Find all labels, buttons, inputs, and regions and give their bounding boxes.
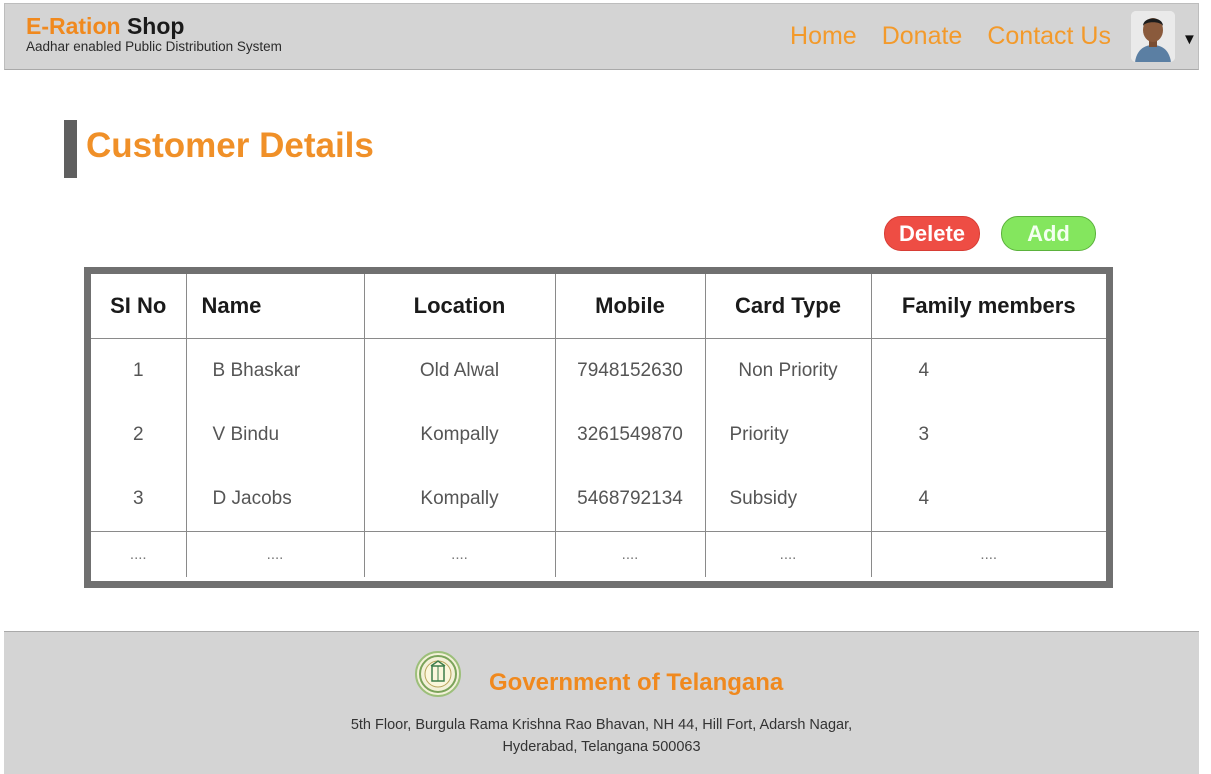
- col-header-family-members: Family members: [871, 274, 1106, 339]
- caret-down-icon[interactable]: ▼: [1182, 31, 1197, 48]
- cell-name: V Bindu: [186, 403, 365, 467]
- col-header-name: Name: [186, 274, 365, 339]
- col-header-location: Location: [364, 274, 556, 339]
- cell-sl-no: 3: [91, 467, 187, 532]
- cell-family-members: 4: [871, 467, 1106, 532]
- brand-e-ration: E-Ration: [26, 13, 121, 39]
- cell-mobile: 7948152630: [555, 338, 706, 403]
- title-accent-bar: [64, 120, 77, 178]
- footer-org-name: Government of Telangana: [489, 669, 784, 696]
- cell-sl-no: 2: [91, 403, 187, 467]
- state-emblem-icon: [415, 651, 461, 697]
- customer-table: SI No Name Location Mobile Card Type Fam…: [84, 267, 1113, 588]
- footer: Government of Telangana 5th Floor, Burgu…: [4, 631, 1199, 774]
- delete-button[interactable]: Delete: [884, 216, 980, 251]
- top-header: E-Ration Shop Aadhar enabled Public Dist…: [4, 3, 1199, 70]
- col-header-mobile: Mobile: [555, 274, 706, 339]
- brand-logo-text: E-Ration Shop: [26, 15, 282, 38]
- table-row-placeholder: .... .... .... .... .... ....: [91, 531, 1106, 577]
- cell-mobile: 3261549870: [555, 403, 706, 467]
- nav-home[interactable]: Home: [790, 24, 857, 49]
- nav-donate[interactable]: Donate: [882, 24, 963, 49]
- cell-placeholder: ....: [364, 531, 556, 577]
- cell-placeholder: ....: [555, 531, 706, 577]
- cell-name: B Bhaskar: [186, 338, 365, 403]
- cell-mobile: 5468792134: [555, 467, 706, 532]
- cell-family-members: 3: [918, 424, 930, 445]
- table-row[interactable]: 3 D Jacobs Kompally 5468792134 Subsidy 4: [91, 467, 1106, 532]
- footer-address-line2: Hyderabad, Telangana 500063: [502, 739, 701, 755]
- footer-address-line1: 5th Floor, Burgula Rama Krishna Rao Bhav…: [350, 717, 853, 733]
- cell-placeholder: ....: [705, 531, 872, 577]
- brand-tagline: Aadhar enabled Public Distribution Syste…: [26, 39, 282, 54]
- cell-location: Kompally: [364, 403, 556, 467]
- table-row[interactable]: 2 V Bindu Kompally 3261549870 Priority 3: [91, 403, 1106, 467]
- top-nav: Home Donate Contact Us: [790, 24, 1111, 49]
- brand[interactable]: E-Ration Shop Aadhar enabled Public Dist…: [26, 15, 282, 54]
- cell-name: D Jacobs: [186, 467, 365, 532]
- table-header-row: SI No Name Location Mobile Card Type Fam…: [91, 274, 1106, 339]
- cell-card-type: Subsidy: [705, 467, 872, 532]
- brand-shop: Shop: [126, 13, 185, 39]
- cell-card-type: Priority: [705, 403, 872, 467]
- col-header-card-type: Card Type: [705, 274, 872, 339]
- nav-contact-us[interactable]: Contact Us: [987, 24, 1111, 49]
- footer-address: 5th Floor, Burgula Rama Krishna Rao Bhav…: [4, 714, 1199, 758]
- cell-placeholder: ....: [186, 531, 365, 577]
- cell-location: Old Alwal: [364, 338, 556, 403]
- col-header-sl-no: SI No: [91, 274, 187, 339]
- cell-sl-no: 1: [91, 338, 187, 403]
- page-title: Customer Details: [86, 126, 374, 165]
- user-avatar[interactable]: [1131, 11, 1175, 62]
- user-avatar-icon: [1131, 11, 1175, 62]
- cell-placeholder: ....: [980, 546, 998, 563]
- cell-location: Kompally: [364, 467, 556, 532]
- cell-card-type: Non Priority: [705, 338, 872, 403]
- cell-placeholder: ....: [91, 531, 187, 577]
- table-row[interactable]: 1 B Bhaskar Old Alwal 7948152630 Non Pri…: [91, 338, 1106, 403]
- cell-family-members: 4: [918, 360, 930, 381]
- add-button[interactable]: Add: [1001, 216, 1096, 251]
